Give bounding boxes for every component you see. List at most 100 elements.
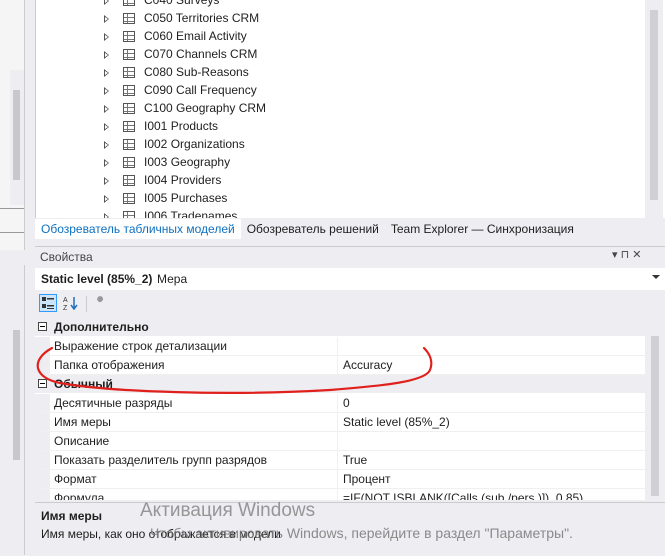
expand-arrow-icon[interactable] xyxy=(104,213,109,218)
tree-item-label: I004 Providers xyxy=(144,173,222,187)
property-value[interactable]: True xyxy=(343,453,367,467)
properties-title: Свойства xyxy=(40,250,93,264)
table-icon xyxy=(123,31,135,42)
property-name: Имя меры xyxy=(54,415,111,429)
tree-item[interactable]: C100 Geography CRM xyxy=(36,100,596,118)
property-grid-scrollbar[interactable] xyxy=(645,318,665,500)
property-row-decimal-places[interactable]: Десятичные разряды 0 xyxy=(35,394,645,413)
svg-text:Z: Z xyxy=(63,305,68,312)
expand-arrow-icon[interactable] xyxy=(104,177,109,185)
tree-item[interactable]: C060 Email Activity xyxy=(36,28,596,46)
property-row-measure-name[interactable]: Имя меры Static level (85%_2) xyxy=(35,413,645,432)
expand-arrow-icon[interactable] xyxy=(104,141,109,149)
tree-item-label: C080 Sub-Reasons xyxy=(144,65,249,79)
expand-arrow-icon[interactable] xyxy=(104,0,109,5)
left-scrollbar-top[interactable] xyxy=(10,70,24,205)
tree-item[interactable]: I006 Tradenames xyxy=(36,208,596,218)
tree-item[interactable]: C080 Sub-Reasons xyxy=(36,64,596,82)
property-row-thousand-separator[interactable]: Показать разделитель групп разрядов True xyxy=(35,451,645,470)
tree-item-label: C040 Surveys xyxy=(144,0,220,7)
left-scrollbar-bottom[interactable] xyxy=(10,312,24,472)
window-pin-controls[interactable]: ▾ ⊓ ✕ xyxy=(612,248,641,261)
property-name: Выражение строк детализации xyxy=(54,339,227,353)
windows-activation-title: Активация Windows xyxy=(140,500,316,521)
property-name: Формула xyxy=(54,491,105,500)
category-basic[interactable]: Обычный xyxy=(35,375,645,393)
category-label: Дополнительно xyxy=(54,320,149,334)
tree-item-label: C060 Email Activity xyxy=(144,29,247,43)
property-name: Формат xyxy=(54,472,97,486)
property-value[interactable]: Accuracy xyxy=(343,358,392,372)
expand-arrow-icon[interactable] xyxy=(104,33,109,41)
expand-arrow-icon[interactable] xyxy=(104,159,109,167)
tree-item-label: C100 Geography CRM xyxy=(144,101,267,115)
table-icon xyxy=(123,139,135,150)
tree-item[interactable]: I001 Products xyxy=(36,118,596,136)
tab-tabular-model-explorer[interactable]: Обозреватель табличных моделей xyxy=(35,219,241,239)
table-icon xyxy=(123,13,135,24)
expand-arrow-icon[interactable] xyxy=(104,15,109,23)
expand-arrow-icon[interactable] xyxy=(104,195,109,203)
tree-item[interactable]: C040 Surveys xyxy=(36,0,596,10)
tabular-model-tree: C040 Surveys C050 Territories CRM C060 Ema… xyxy=(35,0,665,218)
property-grid: Дополнительно Выражение строк детализаци… xyxy=(35,318,645,500)
wrench-icon[interactable] xyxy=(91,294,109,312)
property-value[interactable]: Static level (85%_2) xyxy=(343,415,450,429)
tree-item-label: C050 Territories CRM xyxy=(144,11,260,25)
tab-team-explorer[interactable]: Team Explorer — Синхронизация xyxy=(385,222,580,236)
table-icon xyxy=(123,193,135,204)
table-icon xyxy=(123,121,135,132)
expand-arrow-icon[interactable] xyxy=(104,69,109,77)
explorer-tabs: Обозреватель табличных моделей Обозреват… xyxy=(35,219,665,239)
tree-item[interactable]: I003 Geography xyxy=(36,154,596,172)
object-name: Static level (85%_2) xyxy=(41,272,153,286)
property-value[interactable]: =IF(NOT ISBLANK([Calls (sub./pers.)]), 0… xyxy=(343,491,583,500)
property-name: Показать разделитель групп разрядов xyxy=(54,453,268,467)
svg-text:A: A xyxy=(63,297,68,304)
property-row-description[interactable]: Описание xyxy=(35,432,645,451)
tree-item[interactable]: I004 Providers xyxy=(36,172,596,190)
expand-arrow-icon[interactable] xyxy=(104,105,109,113)
property-value[interactable]: 0 xyxy=(343,396,350,410)
tree-item-label: C090 Call Frequency xyxy=(144,83,257,97)
left-divider-2 xyxy=(0,232,24,233)
table-icon xyxy=(123,85,135,96)
tree-item[interactable]: I002 Organizations xyxy=(36,136,596,154)
collapse-icon[interactable] xyxy=(38,379,47,388)
toolbar-separator xyxy=(86,296,87,312)
left-divider xyxy=(0,208,24,209)
tree-item[interactable]: C050 Territories CRM xyxy=(36,10,596,28)
alphabetical-sort-icon[interactable]: AZ xyxy=(62,294,80,312)
scroll-thumb[interactable] xyxy=(651,336,659,496)
expand-arrow-icon[interactable] xyxy=(104,123,109,131)
scroll-thumb[interactable] xyxy=(650,10,658,200)
property-row-display-folder[interactable]: Папка отображения Accuracy xyxy=(35,356,645,375)
property-row-format[interactable]: Формат Процент xyxy=(35,470,645,489)
description-title: Имя меры xyxy=(41,509,102,523)
tree-item[interactable]: I005 Purchases xyxy=(36,190,596,208)
tree-item-label: I001 Products xyxy=(144,119,219,133)
category-label: Обычный xyxy=(54,377,113,391)
categorized-icon[interactable] xyxy=(39,294,57,312)
expand-arrow-icon[interactable] xyxy=(104,51,109,59)
expand-arrow-icon[interactable] xyxy=(104,87,109,95)
property-value[interactable]: Процент xyxy=(343,472,391,486)
object-type: Мера xyxy=(157,272,188,286)
property-row-formula[interactable]: Формула =IF(NOT ISBLANK([Calls (sub./per… xyxy=(35,489,645,500)
windows-activation-text: Чтобы активировать Windows, перейдите в … xyxy=(150,525,573,541)
tree-item[interactable]: C070 Channels CRM xyxy=(36,46,596,64)
chevron-down-icon[interactable] xyxy=(652,275,660,279)
table-icon xyxy=(123,157,135,168)
collapse-icon[interactable] xyxy=(38,322,47,331)
table-icon xyxy=(123,49,135,60)
table-icon xyxy=(123,67,135,78)
property-name: Папка отображения xyxy=(54,358,165,372)
property-name: Десятичные разряды xyxy=(54,396,173,410)
tab-solution-explorer[interactable]: Обозреватель решений xyxy=(241,222,385,236)
tree-item[interactable]: C090 Call Frequency xyxy=(36,82,596,100)
table-icon xyxy=(123,103,135,114)
tree-scrollbar[interactable] xyxy=(645,0,663,218)
property-row-detail-rows-expression[interactable]: Выражение строк детализации xyxy=(35,337,645,356)
category-advanced[interactable]: Дополнительно xyxy=(35,318,645,336)
properties-header xyxy=(35,246,665,267)
